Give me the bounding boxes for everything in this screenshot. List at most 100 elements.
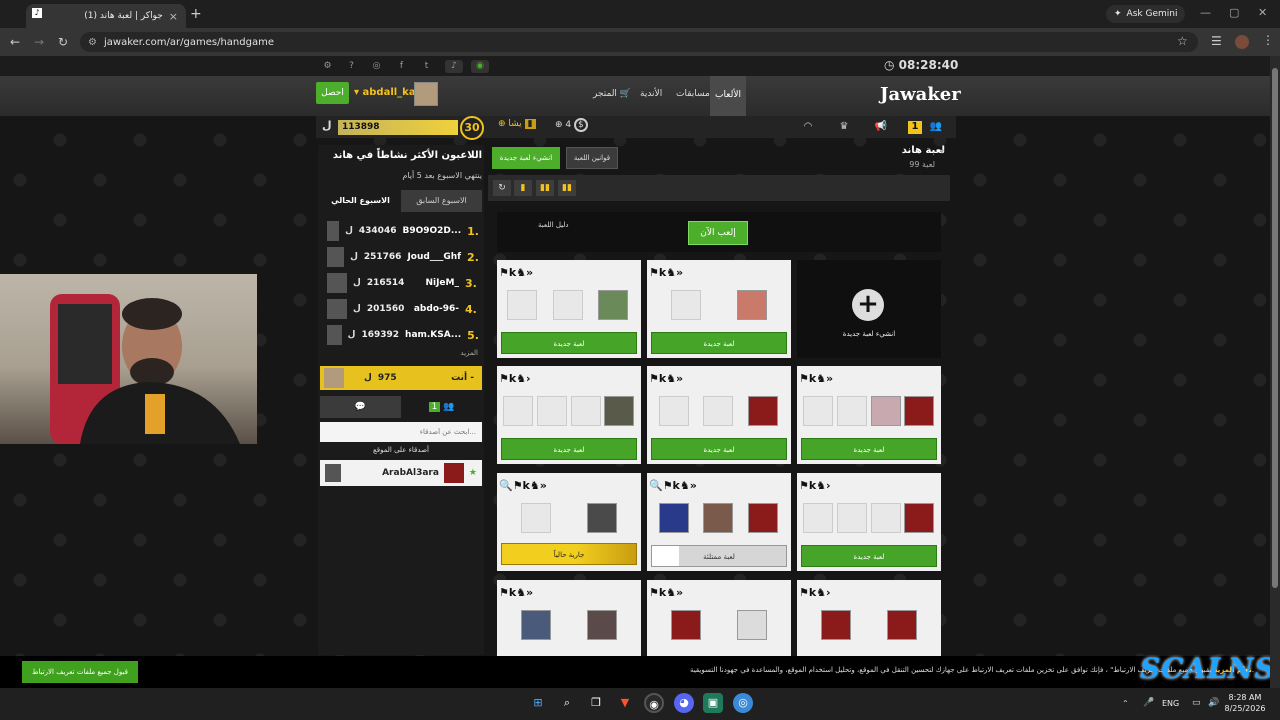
game-table-card[interactable]: ⚑k♞» [647,580,791,656]
empty-seat[interactable] [871,503,901,533]
empty-seat[interactable] [659,396,689,426]
game-table-card[interactable]: ⚑k♞» [497,580,641,656]
display-icon[interactable]: ▭ [1192,698,1201,708]
empty-seat[interactable] [837,396,867,426]
search-icon[interactable]: ⌕ [557,693,577,713]
new-game-button[interactable]: لعبة جديدة [801,545,937,567]
empty-seat[interactable] [571,396,601,426]
game-table-card[interactable]: ⚑k♞› لعبة جديدة [497,366,641,464]
empty-seat[interactable] [537,396,567,426]
refresh-icon[interactable]: ↻ [493,180,511,196]
new-game-button[interactable]: لعبة جديدة [501,332,637,354]
help-icon[interactable]: ? [345,60,358,73]
discord-icon[interactable]: ◕ [674,693,694,713]
tab-chat[interactable]: 💬 [320,396,401,418]
game-table-card[interactable]: ⚑k♞› [797,580,941,656]
gamepad-icon[interactable]: ◉ [471,60,489,73]
points[interactable]: ⊕ 4 $ [555,118,588,132]
leaderboard-row[interactable]: ل 201560 abdo-96- 4. [321,297,479,321]
browser-tab[interactable]: (1) جواكر | لعبة هاند × [26,4,186,28]
accept-cookies-button[interactable]: قبول جميع ملفات تعريف الارتباط [22,661,138,683]
rules-button[interactable]: قوانين اللعبة [566,147,618,169]
filter-gold-icon[interactable]: ▮ [514,180,532,196]
tray-chevron-icon[interactable]: ⌃ [1122,699,1129,708]
trophy-icon[interactable]: ♛ [837,121,851,134]
game-table-card[interactable]: ⚑k♞› لعبة جديدة [797,473,941,571]
nav-store[interactable]: المتجر 🛒 [593,89,631,99]
new-tab-icon[interactable]: + [190,6,202,22]
profile-avatar[interactable] [1235,35,1249,49]
game-dropdown-icon[interactable]: ▾ [940,147,944,156]
language-indicator[interactable]: ENG [1162,699,1179,708]
gems[interactable]: ⊕ يشا ▮ [498,119,536,129]
empty-seat[interactable] [553,290,583,320]
nav-competitions[interactable]: مسابقات [676,89,710,99]
close-window-icon[interactable]: ✕ [1258,6,1267,19]
online-friend-row[interactable]: ArabAl3ara ★ [320,460,482,486]
site-info-icon[interactable]: ⚙ [88,37,97,48]
minimize-icon[interactable]: — [1200,6,1211,19]
forward-icon[interactable]: → [34,35,44,49]
tab-friends[interactable]: 1 👥 [401,396,482,418]
clock-tray[interactable]: 8:28 AM 8/25/2026 [1222,692,1268,714]
chrome-icon[interactable]: ◉ [644,693,664,713]
scrollbar-thumb[interactable] [1272,68,1278,588]
plus-icon[interactable]: + [852,289,884,321]
empty-seat[interactable] [503,396,533,426]
rss-icon[interactable]: ◠ [801,121,815,134]
filter-multi-icon[interactable]: ▮▮ [558,180,576,196]
maximize-icon[interactable]: ▢ [1229,6,1239,19]
jawaker-logo[interactable]: Jawaker [880,84,961,105]
twitter-icon[interactable]: t [420,60,433,73]
app-icon[interactable]: ▣ [703,693,723,713]
start-icon[interactable]: ⊞ [528,693,548,713]
megaphone-icon[interactable]: 📢 [874,121,888,134]
friend-search-input[interactable] [320,422,482,442]
volume-icon[interactable]: 🔊 [1208,698,1219,708]
friends-icon[interactable]: 👥 [929,121,943,134]
reload-icon[interactable]: ↻ [58,35,68,49]
empty-seat[interactable] [703,396,733,426]
ask-gemini-button[interactable]: ✦ Ask Gemini [1106,5,1186,23]
new-game-button[interactable]: لعبة جديدة [651,332,787,354]
instagram-icon[interactable]: ◎ [370,60,383,73]
leaderboard-row[interactable]: ل 169392 ham.KSA... 5. [321,323,479,347]
user-avatar[interactable] [414,82,438,106]
create-game-button[interactable]: انشيء لعبة جديدة [492,147,560,169]
username[interactable]: ▾ abdall_kal [354,87,419,98]
nav-clubs[interactable]: الأندية [640,89,662,99]
back-icon[interactable]: ← [10,35,20,49]
running-game-button[interactable]: جارية حالياً [501,543,637,565]
brave-icon[interactable]: ▼ [615,693,635,713]
mic-icon[interactable]: 🎤 [1143,698,1154,708]
game-table-card[interactable]: ⚑k♞» لعبة جديدة [797,366,941,464]
facebook-icon[interactable]: f [395,60,408,73]
game-table-card[interactable]: 🔍⚑k♞» لعبة ممتلئة [647,473,791,571]
game-guide-link[interactable]: دليل اللعبة [538,221,569,229]
leaderboard-row[interactable]: ل 216514 NiJeM_ 3. [321,271,479,295]
new-game-button[interactable]: لعبة جديدة [801,438,937,460]
empty-seat[interactable] [803,503,833,533]
game-table-card[interactable]: ⚑k♞» لعبة جديدة [647,366,791,464]
empty-seat[interactable] [837,503,867,533]
game-table-card[interactable]: ⚑k♞» لعبة جديدة [647,260,791,358]
tab-previous-week[interactable]: الاسبوع السابق [401,190,482,212]
browser-app-icon[interactable]: ◎ [733,693,753,713]
tab-current-week[interactable]: الاسبوع الحالي [320,190,401,212]
notification-badge[interactable]: 1 [908,121,922,134]
game-table-card[interactable]: 🔍⚑k♞» جارية حالياً [497,473,641,571]
empty-seat[interactable] [803,396,833,426]
filter-stack-icon[interactable]: ▮▮ [536,180,554,196]
login-button[interactable]: احصل [316,82,349,104]
play-now-button[interactable]: إلعب الآن [688,221,748,245]
address-bar[interactable]: jawaker.com/ar/games/handgame [80,32,1198,52]
sound-icon[interactable]: ♪ [445,60,463,73]
full-game-button[interactable]: لعبة ممتلئة [651,545,787,567]
new-game-button[interactable]: لعبة جديدة [651,438,787,460]
settings-icon[interactable]: ⚙ [321,60,334,73]
tab-close-icon[interactable]: × [169,10,178,23]
menu-icon[interactable]: ⋮ [1262,33,1274,47]
friend-menu-icon[interactable] [325,464,341,482]
bookmark-star-icon[interactable]: ☆ [1177,34,1188,48]
empty-seat[interactable] [507,290,537,320]
